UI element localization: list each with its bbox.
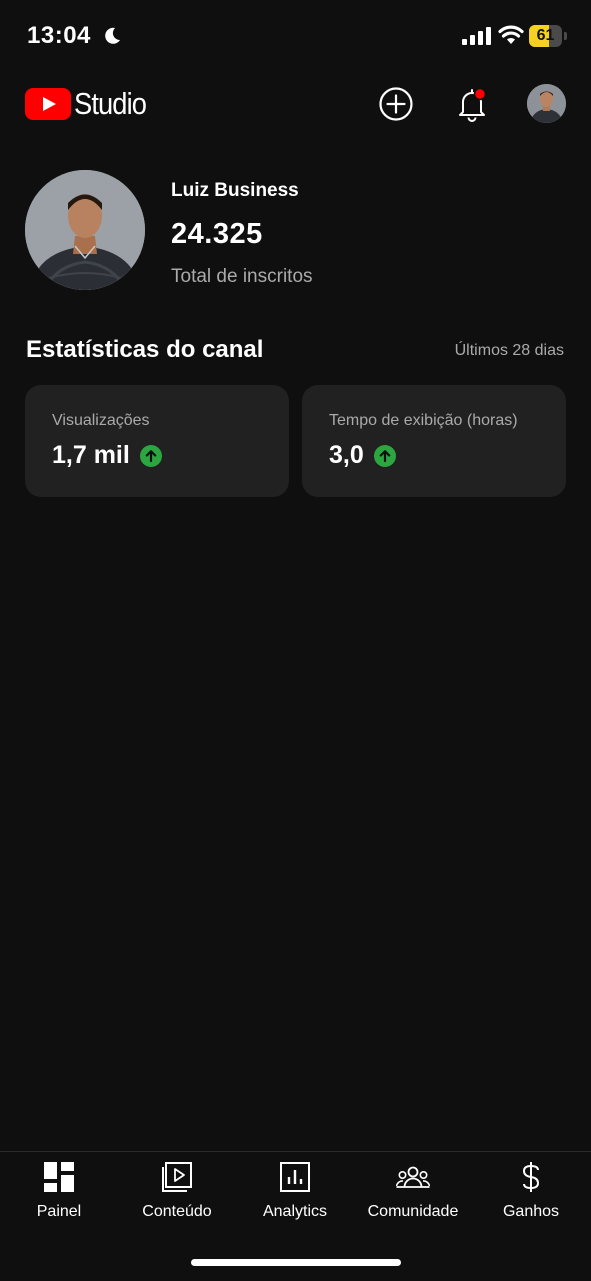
stats-period: Últimos 28 dias xyxy=(454,342,564,359)
arrow-up-icon xyxy=(139,444,162,467)
nav-label-comunidade: Comunidade xyxy=(367,1203,459,1220)
watch-time-card[interactable]: Tempo de exibição (horas) 3,0 xyxy=(302,385,566,497)
nav-label-painel: Painel xyxy=(36,1203,82,1220)
watch-time-value: 3,0 xyxy=(329,441,364,469)
studio-logo[interactable]: Studio xyxy=(25,86,156,122)
watch-time-label: Tempo de exibição (horas) xyxy=(329,412,518,429)
status-time: 13:04 xyxy=(27,22,91,49)
nav-label-analytics: Analytics xyxy=(262,1203,328,1220)
views-label: Visualizações xyxy=(52,412,150,429)
dashboard-icon xyxy=(44,1162,74,1192)
app-header: Studio xyxy=(0,72,591,138)
subscriber-label: Total de inscritos xyxy=(171,266,313,287)
app-name: Studio xyxy=(74,86,147,121)
channel-avatar-image xyxy=(25,170,145,290)
views-card[interactable]: Visualizações 1,7 mil xyxy=(25,385,289,497)
channel-name: Luiz Business xyxy=(171,180,299,201)
channel-summary: Luiz Business 24.325 Total de inscritos xyxy=(25,170,566,292)
earn-icon xyxy=(522,1162,540,1192)
nav-item-ganhos[interactable]: Ganhos xyxy=(472,1152,590,1232)
subscriber-count: 24.325 xyxy=(171,218,263,250)
stats-heading: Estatísticas do canal xyxy=(26,336,264,363)
battery-level: 61 xyxy=(536,27,555,44)
home-indicator[interactable] xyxy=(191,1259,401,1266)
create-plus-icon xyxy=(379,87,413,121)
nav-item-conteudo[interactable]: Conteúdo xyxy=(118,1152,236,1232)
nav-label-conteudo: Conteúdo xyxy=(142,1203,212,1220)
create-button[interactable] xyxy=(376,84,416,124)
arrow-up-icon xyxy=(373,444,396,467)
nav-item-painel[interactable]: Painel xyxy=(0,1152,118,1232)
battery-icon: 61 xyxy=(529,25,567,47)
moon-icon xyxy=(105,27,120,44)
notification-dot xyxy=(473,87,487,101)
signal-icon xyxy=(462,27,491,45)
channel-avatar[interactable] xyxy=(25,170,145,290)
community-icon xyxy=(396,1166,430,1188)
notifications-button[interactable] xyxy=(452,84,492,124)
views-value: 1,7 mil xyxy=(52,441,130,469)
nav-item-analytics[interactable]: Analytics xyxy=(236,1152,354,1232)
account-avatar[interactable] xyxy=(527,84,566,123)
wifi-icon xyxy=(498,25,524,44)
nav-item-comunidade[interactable]: Comunidade xyxy=(354,1152,472,1232)
avatar-image xyxy=(527,84,566,123)
youtube-logo-icon xyxy=(25,88,71,120)
analytics-icon xyxy=(280,1162,310,1192)
content-icon xyxy=(162,1162,192,1192)
status-bar: 13:04 61 xyxy=(0,0,591,72)
nav-label-ganhos: Ganhos xyxy=(502,1203,560,1220)
